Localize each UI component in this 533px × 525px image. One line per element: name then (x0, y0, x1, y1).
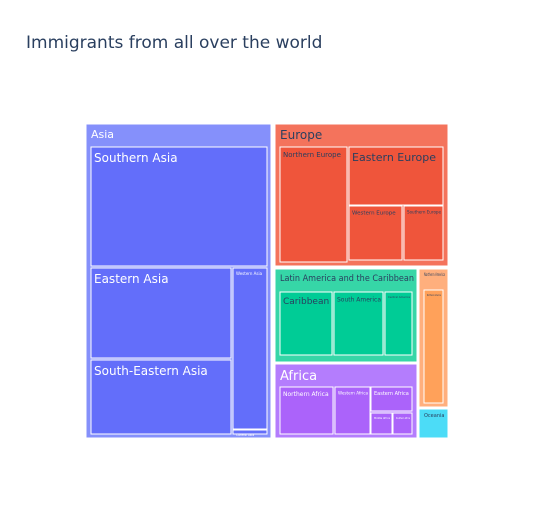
treemap-chart[interactable]: Asia Southern Asia Eastern Asia South-Easte… (0, 0, 533, 525)
child-label-southern-asia: Southern Asia (94, 151, 178, 165)
group-label-asia: Asia (91, 128, 114, 141)
group-label-europe: Europe (280, 128, 322, 142)
child-tile-europe-northern-europe[interactable] (279, 146, 348, 263)
child-label-central-asia: Central Asia (236, 433, 254, 437)
child-tile-latin-america-and-the-caribbean-central-america[interactable] (384, 291, 413, 356)
child-label-southern-europe: Southern Europe (407, 210, 441, 216)
child-label-northern-europe: Northern Europe (283, 151, 341, 159)
child-label-eastern-europe: Eastern Europe (352, 151, 436, 164)
child-label-western-asia: Western Asia (236, 271, 263, 276)
child-label-caribbean: Caribbean (283, 297, 329, 307)
child-label-eastern-africa: Eastern Africa (374, 391, 409, 397)
child-label-south-america: South America (337, 296, 381, 304)
child-label-northern-africa: Northern Africa (283, 391, 329, 398)
child-tile-northern-america-northern-america[interactable] (423, 289, 444, 404)
child-label-central-america: Central America (388, 295, 410, 299)
child-label-western-europe: Western Europe (352, 211, 396, 217)
child-tile-asia-western-asia[interactable] (232, 267, 268, 430)
group-label-northern-america: Northern America (424, 272, 445, 277)
group-label-africa: Africa (280, 369, 317, 384)
group-label-oceania: Oceania (424, 413, 444, 419)
group-label-latin-america-and-the-caribbean: Latin America and the Caribbean (280, 274, 414, 284)
child-label-northern-america: Northern America (427, 293, 441, 297)
child-label-eastern-asia: Eastern Asia (94, 272, 169, 286)
child-label-middle-africa: Middle Africa (374, 416, 390, 420)
child-label-south-eastern-asia: South-Eastern Asia (94, 364, 208, 378)
child-label-southern-africa: Southern Africa (396, 416, 410, 420)
child-label-western-africa: Western Africa (338, 391, 368, 397)
